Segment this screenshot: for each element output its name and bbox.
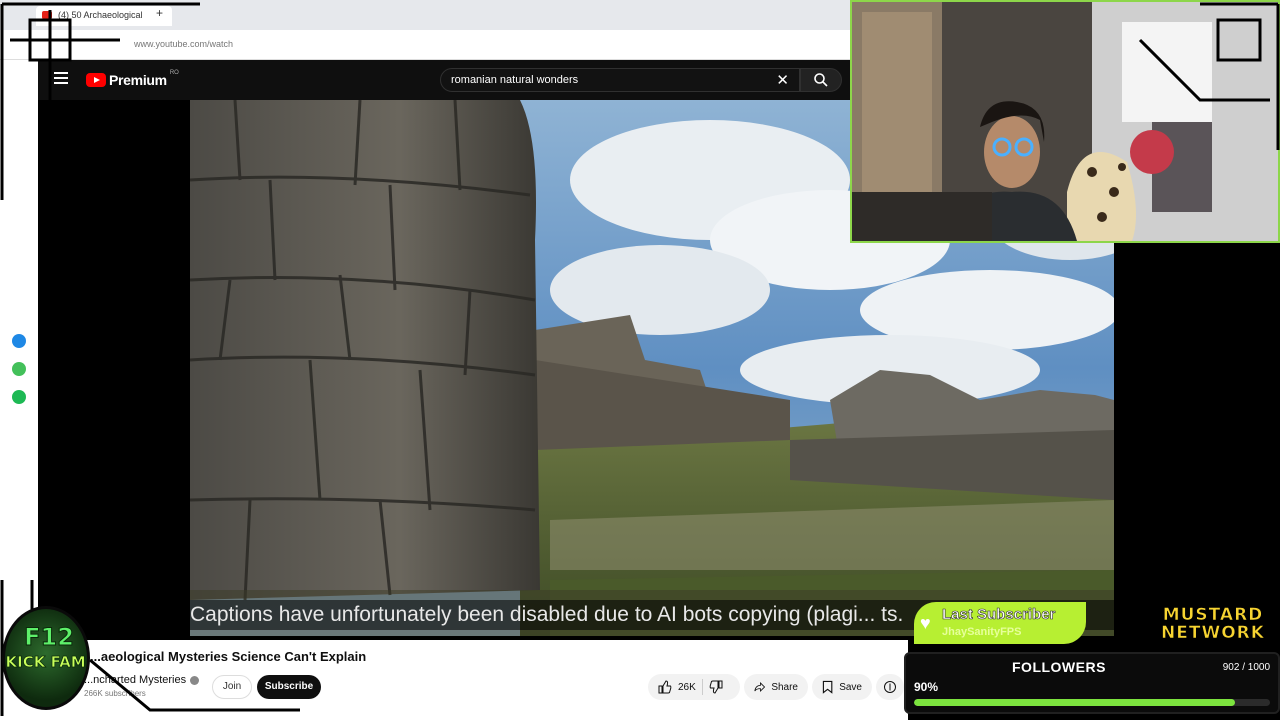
followers-count: 902 / 1000 (1222, 662, 1270, 673)
join-button[interactable]: Join (212, 675, 252, 699)
save-label: Save (839, 681, 862, 693)
country-code: RO (169, 70, 179, 76)
followers-goal-widget: FOLLOWERS 902 / 1000 90% (904, 652, 1280, 714)
like-divider (701, 679, 703, 695)
browser-tab[interactable]: (4) 50 Archaeological (36, 6, 172, 26)
clear-search-icon[interactable]: ✕ (776, 71, 789, 89)
last-subscriber-widget: ♥ Last Subscriber JhaySanityFPS (914, 602, 1086, 644)
mustard-line-2: NETWORK (1161, 623, 1265, 643)
verified-icon (190, 675, 200, 685)
save-button[interactable]: Save (812, 674, 872, 700)
subscriber-count: 266K subscribers (84, 689, 146, 698)
search-input[interactable]: romanian natural wonders ✕ (440, 68, 800, 92)
subscribe-button[interactable]: Subscribe (257, 675, 321, 699)
hamburger-icon[interactable] (54, 72, 68, 86)
like-count: 26K (678, 681, 696, 693)
dislike-icon[interactable] (709, 680, 723, 694)
badge-text-2: KICK FAM! (5, 653, 90, 672)
share-icon (754, 681, 766, 693)
mustard-line-1: MUSTARD (1162, 605, 1264, 625)
youtube-favicon-icon (42, 11, 52, 19)
channel-name[interactable]: ...ncharted Mysteries (84, 674, 200, 686)
youtube-header: Premium RO romanian natural wonders ✕ (38, 60, 850, 100)
thanks-button[interactable] (876, 674, 904, 700)
last-subscriber-name: JhaySanityFPS (942, 626, 1022, 638)
search-query: romanian natural wonders (451, 74, 579, 86)
heart-icon: ♥ (920, 613, 931, 633)
tab-title: (4) 50 Archaeological (58, 10, 143, 20)
webcam-image (852, 2, 1278, 241)
whatsapp-icon[interactable] (12, 362, 26, 376)
youtube-logo[interactable]: Premium RO (86, 70, 179, 88)
save-icon (822, 680, 833, 694)
mustard-network-logo: MUSTARD NETWORK (1154, 606, 1272, 644)
search-button[interactable] (800, 68, 842, 92)
logo-text: Premium (109, 72, 167, 88)
stream-screen: (4) 50 Archaeological + www.youtube.com/… (0, 0, 1280, 720)
share-button[interactable]: Share (744, 674, 808, 700)
last-subscriber-title: Last Subscriber (942, 606, 1056, 624)
like-dislike-group: 26K (648, 674, 740, 700)
badge-text-1: F12 (24, 623, 75, 652)
followers-percent: 90% (914, 680, 939, 694)
new-tab-button[interactable]: + (156, 6, 163, 20)
share-label: Share (771, 681, 798, 693)
thanks-icon (884, 681, 896, 693)
search-icon (814, 73, 828, 87)
webcam-overlay (850, 0, 1280, 243)
browser-tab-bar: (4) 50 Archaeological + (0, 0, 850, 30)
messenger-icon[interactable] (12, 334, 26, 348)
url-text: www.youtube.com/watch (134, 39, 234, 49)
followers-progress-fill (914, 699, 1236, 706)
like-icon[interactable] (658, 680, 672, 694)
channel-badge-logo: F12 KICK FAM! (2, 606, 90, 710)
address-bar[interactable]: www.youtube.com/watch (0, 30, 850, 60)
video-title: ...aeological Mysteries Science Can't Ex… (90, 649, 367, 664)
youtube-play-icon (86, 73, 106, 87)
followers-progress-track (914, 699, 1270, 706)
spotify-icon[interactable] (12, 390, 26, 404)
followers-title: FOLLOWERS (1012, 659, 1106, 675)
channel-name-text: ...ncharted Mysteries (84, 674, 187, 686)
